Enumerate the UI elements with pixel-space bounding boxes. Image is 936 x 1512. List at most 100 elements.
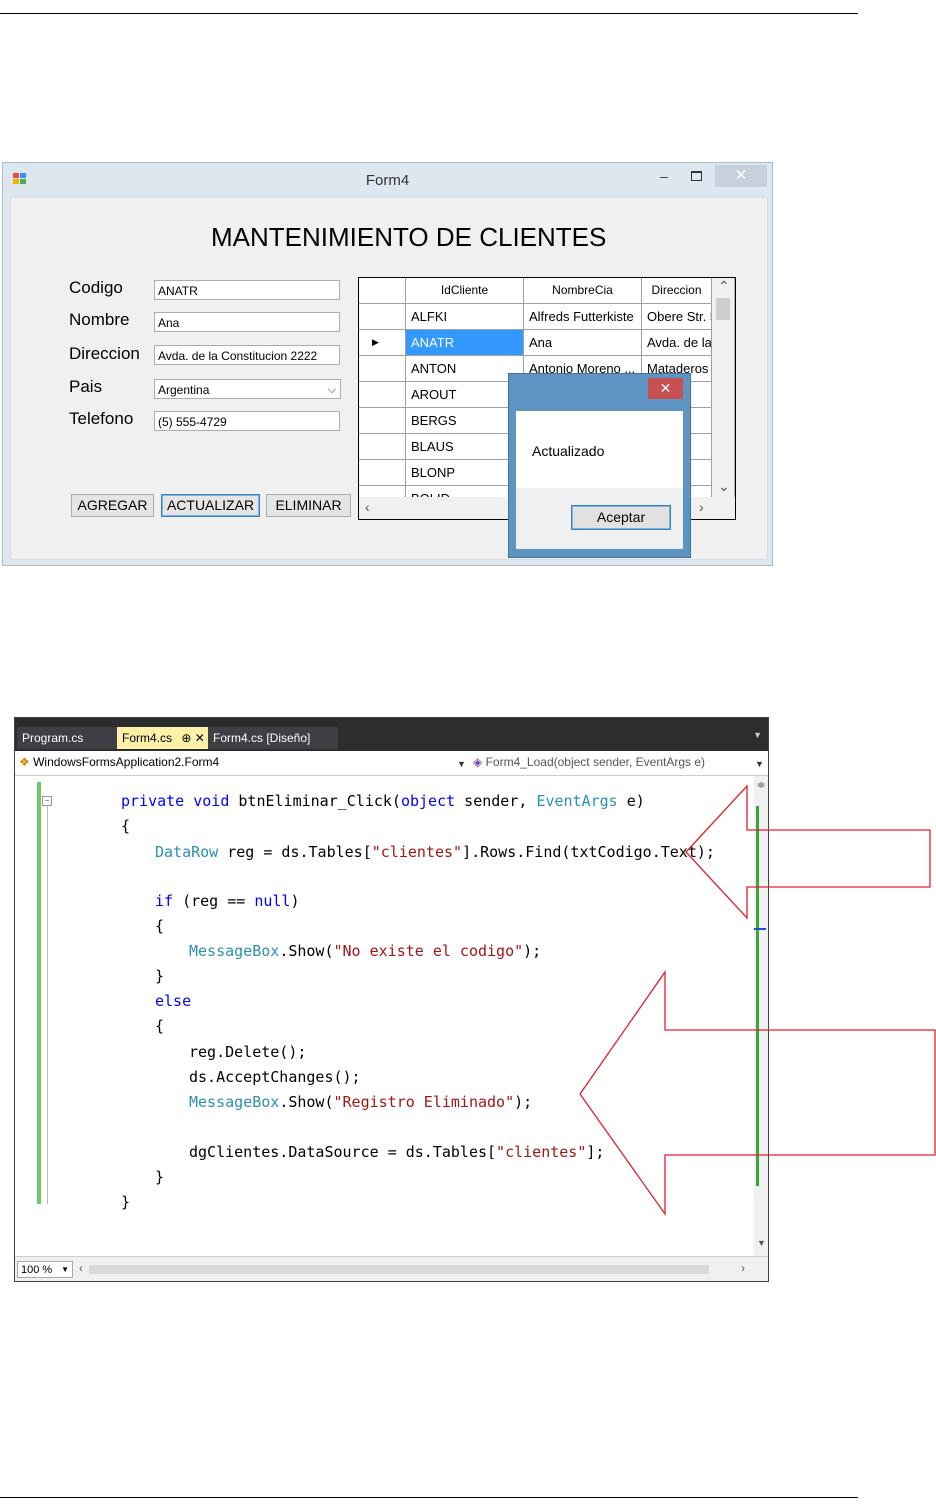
class-dropdown[interactable]: ❖ WindowsFormsApplication2.Form4 ▼ xyxy=(19,753,466,772)
message-text: Actualizado xyxy=(532,443,605,459)
method-icon: ◈ xyxy=(473,755,483,769)
scroll-right-icon[interactable]: › xyxy=(741,1261,745,1275)
scrollbar-caret-mark xyxy=(754,928,766,930)
maximize-icon xyxy=(690,171,702,181)
grid-cell[interactable]: ANATR xyxy=(406,330,524,356)
direccion-input[interactable]: Avda. de la Constitucion 2222 xyxy=(154,345,340,365)
grid-row-header[interactable] xyxy=(359,460,406,486)
tab-form4-label: Form4.cs xyxy=(122,731,173,745)
pais-select[interactable]: Argentina ⌵ xyxy=(154,379,341,399)
code-token: ]; xyxy=(586,1143,605,1161)
zoom-value: 100 % xyxy=(21,1264,53,1276)
close-icon: ✕ xyxy=(734,167,748,184)
member-dropdown[interactable]: ◈ Form4_Load(object sender, EventArgs e)… xyxy=(473,753,764,772)
telefono-input[interactable]: (5) 555-4729 xyxy=(154,411,340,431)
split-icon[interactable]: ≑ xyxy=(757,780,765,791)
tab-form4-cs[interactable]: Form4.cs ⊕ ✕ xyxy=(117,727,208,749)
agregar-button[interactable]: AGREGAR xyxy=(71,494,154,517)
code-line: DataRow reg = ds.Tables["clientes"].Rows… xyxy=(155,843,715,861)
message-body: Actualizado xyxy=(516,411,683,488)
code-token: ].Rows.Find(txtCodigo.Text); xyxy=(462,843,715,861)
codigo-label: Codigo xyxy=(69,278,123,297)
code-line: MessageBox.Show("No existe el codigo"); xyxy=(189,942,541,960)
grid-column-header[interactable]: IdCliente xyxy=(406,278,524,304)
code-line: dgClientes.DataSource = ds.Tables["clien… xyxy=(189,1143,604,1161)
code-line: } xyxy=(155,967,165,985)
tab-form4-design[interactable]: Form4.cs [Diseño] xyxy=(208,727,338,749)
message-footer: Aceptar xyxy=(516,488,683,549)
grid-cell[interactable]: Ana xyxy=(524,330,642,356)
grid-row-header[interactable]: ▶ xyxy=(359,330,406,356)
code-token: sender, xyxy=(455,792,537,810)
collapse-icon[interactable]: − xyxy=(42,796,52,806)
class-dropdown-value: WindowsFormsApplication2.Form4 xyxy=(33,755,220,769)
grid-cell[interactable]: BLAUS xyxy=(406,434,524,460)
codigo-input[interactable]: ANATR xyxy=(154,280,340,300)
code-token: DataRow xyxy=(155,843,219,861)
message-box-dialog: ✕ Actualizado Aceptar xyxy=(508,373,691,558)
grid-cell[interactable]: ANTON xyxy=(406,356,524,382)
code-token: ) xyxy=(290,892,300,910)
direccion-label: Direccion xyxy=(69,344,140,363)
grid-vertical-scrollbar[interactable]: ⌃ ⌄ xyxy=(712,278,734,497)
scroll-right-icon[interactable]: › xyxy=(699,499,704,515)
scroll-up-icon[interactable]: ⌃ xyxy=(718,278,730,295)
maximize-button[interactable] xyxy=(685,165,707,187)
code-token: MessageBox xyxy=(189,1093,280,1111)
code-token: EventArgs xyxy=(536,792,618,810)
pais-value: Argentina xyxy=(158,383,210,397)
scroll-left-icon[interactable]: ‹ xyxy=(365,499,370,515)
eliminar-button[interactable]: ELIMINAR xyxy=(266,494,351,517)
grid-cell[interactable]: AROUT xyxy=(406,382,524,408)
actualizar-button[interactable]: ACTUALIZAR xyxy=(161,494,260,517)
grid-row-header[interactable] xyxy=(359,382,406,408)
page-bottom-rule xyxy=(0,1497,858,1498)
title-bar[interactable]: Form4 – ✕ xyxy=(3,163,772,195)
grid-column-header[interactable]: Direccion xyxy=(642,278,712,304)
code-token: .Show( xyxy=(279,1093,334,1111)
code-token: .Show( xyxy=(279,942,334,960)
grid-cell[interactable]: Alfreds Futterkiste xyxy=(524,304,642,330)
grid-cell[interactable]: Obere Str. 57 xyxy=(642,304,712,330)
grid-cell[interactable]: Avda. de la xyxy=(642,330,712,356)
code-line: { xyxy=(155,1017,165,1035)
code-area[interactable]: − private void btnEliminar_Click(object … xyxy=(15,776,755,1256)
minimize-button[interactable]: – xyxy=(653,165,675,187)
close-button[interactable]: ✕ xyxy=(715,165,767,187)
message-close-button[interactable]: ✕ xyxy=(648,378,683,399)
tab-program-cs[interactable]: Program.cs xyxy=(17,727,117,749)
editor-vertical-scrollbar[interactable]: ≑ ▼ xyxy=(754,776,768,1256)
tab-dropdown-icon[interactable]: ▼ xyxy=(753,730,762,740)
tab-pin-close-icon[interactable]: ⊕ ✕ xyxy=(181,731,204,745)
grid-cell[interactable]: ALFKI xyxy=(406,304,524,330)
code-token: private void xyxy=(121,792,230,810)
grid-cell[interactable]: BLONP xyxy=(406,460,524,486)
page-top-rule xyxy=(0,13,858,14)
code-token: reg = ds.Tables[ xyxy=(218,843,372,861)
code-token: e) xyxy=(617,792,645,810)
nombre-input[interactable]: Ana xyxy=(154,312,340,332)
grid-cell[interactable]: BERGS xyxy=(406,408,524,434)
grid-row-header[interactable] xyxy=(359,356,406,382)
grid-row-header[interactable] xyxy=(359,304,406,330)
change-tracking-bar xyxy=(37,782,41,1204)
zoom-dropdown[interactable]: 100 % ▼ xyxy=(17,1261,73,1278)
aceptar-button[interactable]: Aceptar xyxy=(571,505,671,530)
pais-label: Pais xyxy=(69,377,103,396)
scroll-down-icon[interactable]: ⌄ xyxy=(718,478,730,495)
code-line: { xyxy=(121,817,131,835)
grid-row-header[interactable] xyxy=(359,434,406,460)
scroll-down-icon[interactable]: ▼ xyxy=(757,1238,766,1248)
scroll-left-icon[interactable]: ‹ xyxy=(79,1261,83,1275)
code-token: ); xyxy=(514,1093,533,1111)
form-heading: MANTENIMIENTO DE CLIENTES xyxy=(211,222,607,252)
grid-vertical-scroll-thumb[interactable] xyxy=(716,298,730,320)
chevron-down-icon: ⌵ xyxy=(327,384,336,396)
editor-navigation-bar: ❖ WindowsFormsApplication2.Form4 ▼ ◈ For… xyxy=(15,751,768,776)
grid-row-header[interactable] xyxy=(359,408,406,434)
code-token: "clientes" xyxy=(371,843,463,861)
code-line: { xyxy=(155,917,165,935)
editor-horizontal-scrollbar[interactable] xyxy=(89,1265,709,1274)
code-token: (reg == xyxy=(173,892,255,910)
grid-column-header[interactable]: NombreCia xyxy=(524,278,642,304)
